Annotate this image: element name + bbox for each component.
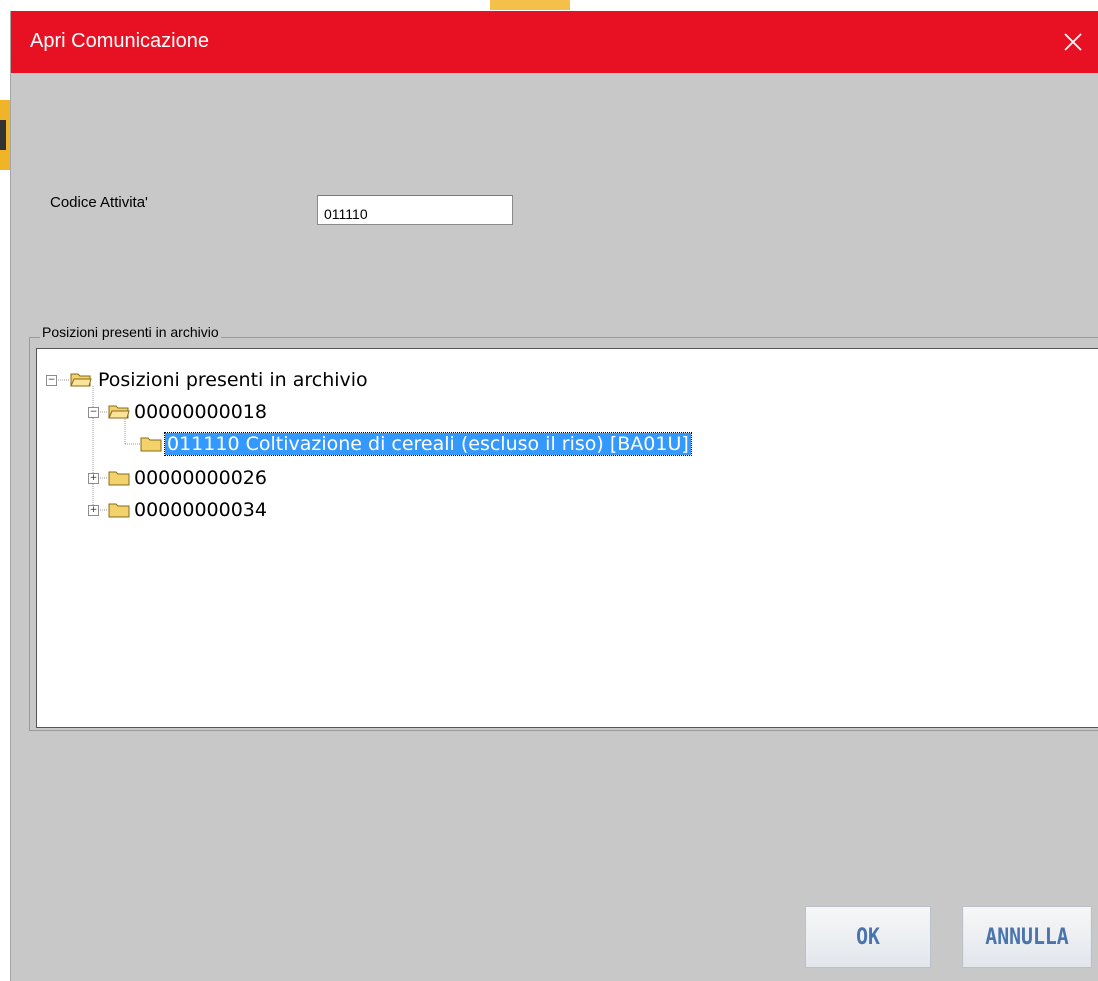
dialog-window: Apri Comunicazione Codice Attivita' Posi… <box>10 11 1098 981</box>
tree-toggle-node-0[interactable]: − <box>88 407 99 418</box>
folder-icon <box>108 471 130 486</box>
tree-toggle-node-2[interactable]: + <box>88 473 99 484</box>
close-icon <box>1064 33 1082 51</box>
tree-toggle-root[interactable]: − <box>46 375 57 386</box>
tree-node-selected[interactable]: 011110 Coltivazione di cereali (escluso … <box>164 432 692 456</box>
dialog-title: Apri Comunicazione <box>30 30 209 52</box>
tree-node-root[interactable]: Posizioni presenti in archivio <box>98 369 368 391</box>
annulla-button[interactable]: ANNULLA <box>962 906 1092 968</box>
folder-icon <box>140 437 162 452</box>
codice-attivita-label: Codice Attivita' <box>50 194 148 211</box>
tree-toggle-node-3[interactable]: + <box>88 505 99 516</box>
folder-open-icon <box>70 373 92 387</box>
folder-open-icon <box>108 405 130 419</box>
tree-node-00000000026[interactable]: 00000000026 <box>134 467 267 489</box>
archive-tree[interactable]: − Posizioni presenti in archivio − 00000… <box>36 348 1098 728</box>
close-button[interactable] <box>1047 11 1098 73</box>
background-app-accent <box>490 0 570 10</box>
tree-node-00000000034[interactable]: 00000000034 <box>134 499 267 521</box>
archive-groupbox-title: Posizioni presenti in archivio <box>40 324 221 340</box>
background-app-edge-dark <box>0 120 6 150</box>
codice-attivita-input[interactable] <box>317 195 513 225</box>
folder-icon <box>108 503 130 518</box>
title-bar[interactable]: Apri Comunicazione <box>11 11 1098 73</box>
tree-node-00000000018[interactable]: 00000000018 <box>134 401 267 423</box>
ok-button[interactable]: OK <box>805 906 931 968</box>
